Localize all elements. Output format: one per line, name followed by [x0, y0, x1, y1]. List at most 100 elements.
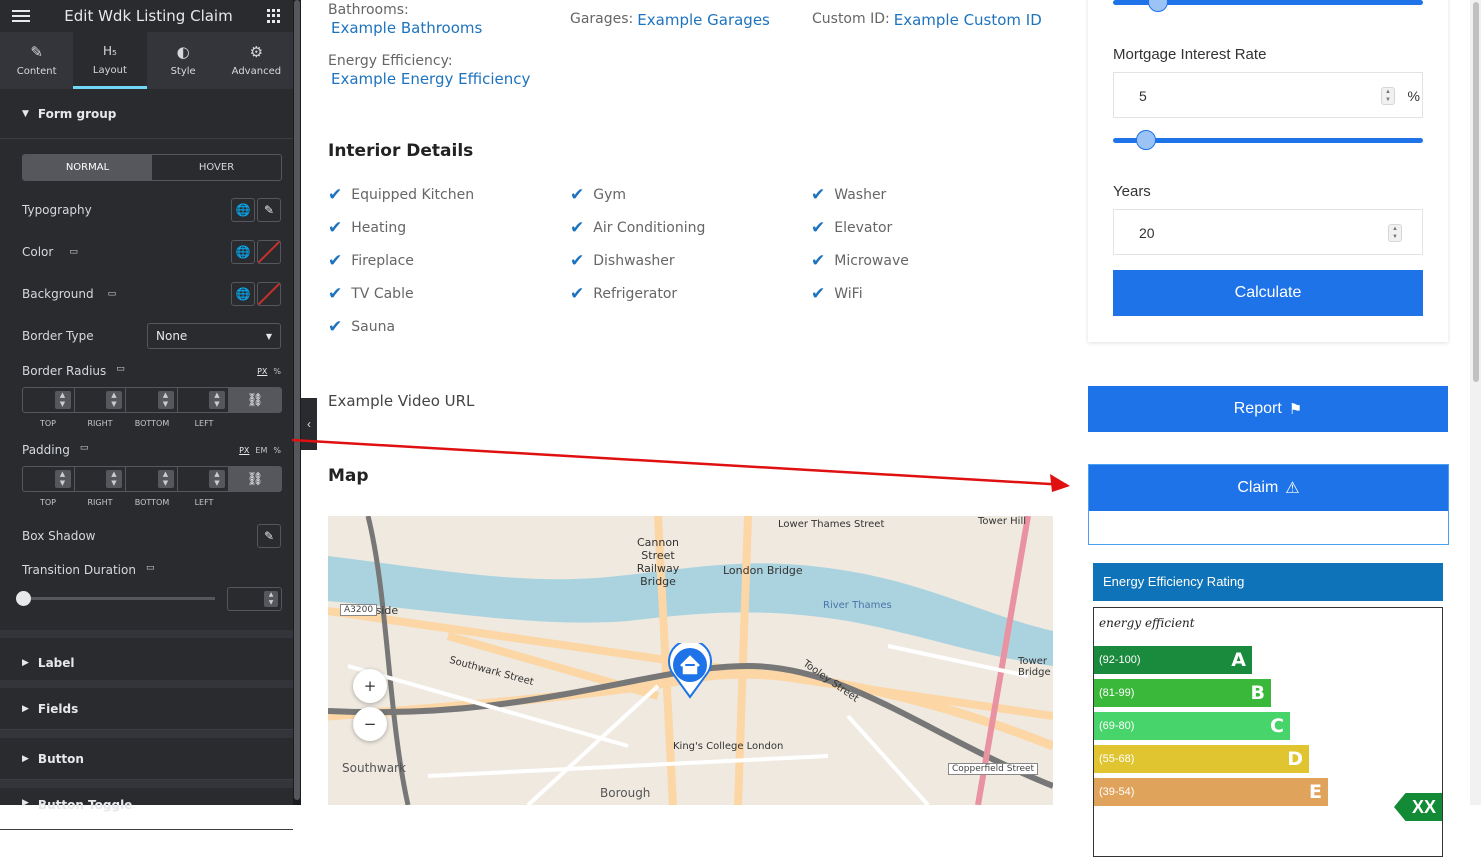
spinner-icon[interactable]: ▲ ▼ [209, 391, 225, 409]
custom-id-link[interactable]: Example Custom ID [894, 11, 1042, 29]
radius-bottom-input[interactable]: ▲ ▼ [126, 388, 178, 412]
map-view[interactable]: Bankside Cannon Street Railway Bridge Lo… [328, 516, 1053, 805]
apps-grid-icon[interactable] [267, 9, 281, 23]
globe-icon[interactable]: 🌐 [231, 240, 255, 264]
color-picker-swatch[interactable] [257, 240, 281, 264]
energy-efficiency-link[interactable]: Example Energy Efficiency [331, 70, 530, 88]
interest-rate-slider[interactable] [1113, 130, 1423, 150]
spinner-icon[interactable]: ▲ ▼ [106, 470, 122, 488]
mortgage-calculator: Mortgage Interest Rate 5 ▲ ▼% Years 20 ▲ ▼ C… [1088, 0, 1448, 342]
normal-tab[interactable]: NORMAL [23, 155, 152, 180]
interest-rate-label: Mortgage Interest Rate [1113, 46, 1267, 63]
section-label: Button Toggle [37, 798, 133, 812]
feature-item: ✔ Refrigerator [570, 284, 677, 304]
transition-slider[interactable] [16, 591, 215, 606]
spinner-icon[interactable]: ▲ ▼ [1381, 87, 1395, 105]
spinner-icon[interactable]: ▲ ▼ [264, 591, 278, 607]
padding-left-input[interactable]: ▲ ▼ [178, 467, 229, 491]
energy-band: (69-80) C [1094, 712, 1290, 740]
slider-knob[interactable] [1135, 130, 1156, 150]
tab-layout[interactable]: H₅ Layout [73, 32, 147, 89]
border-type-value: None [156, 329, 188, 343]
section-button[interactable]: ▶ Button [0, 730, 293, 780]
gear-icon: ⚙ [249, 43, 264, 61]
padding-dim-labels: TOP RIGHT BOTTOM LEFT [22, 498, 230, 507]
road-shield: A3200 [340, 604, 378, 616]
section-form-group[interactable]: ▼ Form group [0, 89, 293, 139]
years-value: 20 [1139, 225, 1155, 241]
unit-percent[interactable]: % [273, 367, 281, 376]
slider-knob[interactable] [1148, 0, 1169, 12]
feature-item: ✔ WiFi [811, 284, 863, 304]
feature-label: Sauna [351, 319, 396, 335]
dim-label: TOP [39, 419, 56, 428]
link-values-icon[interactable]: ⛓ [229, 467, 281, 491]
feature-item: ✔ Elevator [811, 218, 892, 238]
page-scrollbar-thumb[interactable] [1473, 2, 1479, 382]
garages-link[interactable]: Example Garages [637, 11, 770, 29]
typography-label: Typography [22, 203, 92, 217]
check-icon: ✔ [328, 317, 343, 337]
claim-button[interactable]: Claim ⚠ [1089, 465, 1448, 511]
padding-label: Padding [22, 443, 70, 457]
section-fields[interactable]: ▶ Fields [0, 680, 293, 730]
radius-right-input[interactable]: ▲ ▼ [75, 388, 126, 412]
radius-top-input[interactable]: ▲ ▼ [23, 388, 75, 412]
slider-knob[interactable] [16, 591, 31, 606]
spinner-icon[interactable]: ▲ ▼ [157, 470, 174, 488]
annotation-arrow [292, 438, 1070, 492]
panel-scrollbar-thumb[interactable] [294, 0, 300, 800]
years-input[interactable]: 20 ▲ ▼ [1113, 209, 1423, 255]
unit-px[interactable]: PX [239, 446, 249, 455]
background-label: Background [22, 287, 94, 301]
background-picker-swatch[interactable] [257, 282, 281, 306]
spinner-icon[interactable]: ▲ ▼ [54, 391, 71, 409]
interest-rate-input[interactable]: 5 ▲ ▼% [1113, 72, 1423, 118]
menu-icon[interactable] [12, 10, 30, 22]
padding-top-input[interactable]: ▲ ▼ [23, 467, 75, 491]
globe-icon[interactable]: 🌐 [231, 282, 255, 306]
spinner-icon[interactable]: ▲ ▼ [106, 391, 122, 409]
border-radius-row: Border Radius ▭ [22, 364, 281, 378]
zoom-out-button[interactable]: − [353, 707, 387, 741]
monitor-icon: ▭ [145, 563, 155, 573]
tab-advanced[interactable]: ⚙ Advanced [220, 32, 293, 89]
video-url[interactable]: Example Video URL [328, 392, 474, 410]
unit-px[interactable]: PX [257, 367, 267, 376]
feature-item: ✔ Fireplace [328, 251, 414, 271]
color-label: Color [22, 245, 54, 259]
padding-bottom-input[interactable]: ▲ ▼ [126, 467, 178, 491]
globe-icon[interactable]: 🌐 [231, 198, 255, 222]
tab-content[interactable]: ✎ Content [0, 32, 73, 89]
edit-icon[interactable]: ✎ [257, 198, 281, 222]
spinner-icon[interactable]: ▲ ▼ [1388, 224, 1402, 242]
tab-style[interactable]: ◐ Style [147, 32, 220, 89]
check-icon: ✔ [811, 185, 826, 205]
report-button[interactable]: Report ⚑ [1088, 386, 1448, 432]
spinner-icon[interactable]: ▲ ▼ [209, 470, 225, 488]
unit-percent[interactable]: % [273, 446, 281, 455]
tab-label: Style [170, 66, 196, 77]
layout-icon: H₅ [102, 43, 117, 58]
padding-right-input[interactable]: ▲ ▼ [75, 467, 126, 491]
map-pin-icon[interactable] [668, 639, 712, 699]
edit-icon[interactable]: ✎ [257, 524, 281, 548]
unit-em[interactable]: EM [255, 446, 267, 455]
calculate-button[interactable]: Calculate [1113, 270, 1423, 316]
section-label: Form group [37, 106, 117, 121]
transition-input[interactable]: ▲ ▼ [227, 587, 282, 611]
map-label: King's College London [673, 741, 784, 752]
zoom-in-button[interactable]: + [353, 669, 387, 703]
check-icon: ✔ [328, 251, 343, 271]
link-values-icon[interactable]: ⛓ [229, 388, 281, 412]
spinner-icon[interactable]: ▲ ▼ [157, 391, 174, 409]
section-button-toggle[interactable]: ▶ Button Toggle [0, 780, 293, 830]
spinner-icon[interactable]: ▲ ▼ [54, 470, 71, 488]
band-range: (55-68) [1099, 753, 1135, 765]
radius-left-input[interactable]: ▲ ▼ [178, 388, 229, 412]
bathrooms-link[interactable]: Example Bathrooms [331, 19, 482, 37]
hover-tab[interactable]: HOVER [152, 155, 281, 180]
border-type-select[interactable]: None ▼ [147, 323, 281, 349]
top-slider[interactable] [1113, 0, 1423, 12]
band-range: (39-54) [1099, 786, 1135, 798]
